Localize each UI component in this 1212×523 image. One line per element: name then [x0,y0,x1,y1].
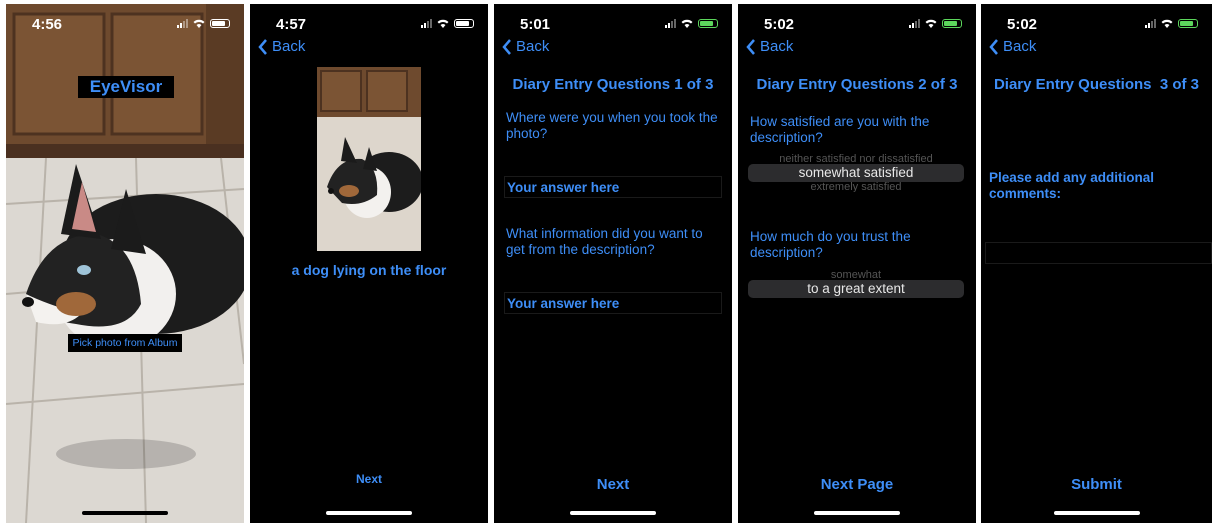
home-indicator [326,511,412,515]
wifi-icon [925,19,937,28]
battery-icon [942,18,962,28]
battery-icon [698,18,718,28]
home-indicator [570,511,656,515]
page-title: Diary Entry Questions 3 of 3 [993,76,1200,93]
chevron-left-icon [746,38,755,55]
photo-caption: a dog lying on the floor [291,262,447,278]
back-label: Back [760,38,794,55]
back-button[interactable]: Back [746,38,793,55]
picker-option-above[interactable]: neither satisfied nor dissatisfied [748,154,964,164]
picker-selected-option[interactable]: to a great extent [748,280,964,298]
comments-field[interactable] [985,242,1212,264]
next-button[interactable]: Next [250,472,488,486]
page-title: Diary Entry Questions 1 of 3 [512,76,714,93]
status-time: 4:56 [32,16,63,33]
status-bar: 4:57 [250,16,488,36]
picker-option-below[interactable]: extremely satisfied [748,182,964,192]
chevron-left-icon [989,38,998,55]
comments-prompt: Please add any additional comments: [989,170,1155,201]
back-button[interactable]: Back [502,38,549,55]
question-2-label: What information did you want to get fro… [506,226,703,257]
chevron-left-icon [502,38,511,55]
screen-photo-result: 4:57 Back a dog lying on the floor Next [250,4,488,523]
wifi-icon [437,19,449,28]
home-indicator [82,511,168,515]
back-label: Back [516,38,550,55]
signal-icon [177,18,188,28]
status-bar: 5:01 [494,16,732,36]
back-button[interactable]: Back [989,38,1036,55]
status-time: 5:01 [520,16,551,33]
home-indicator [814,511,900,515]
wifi-icon [681,19,693,28]
status-time: 5:02 [764,16,795,33]
satisfaction-picker[interactable]: neither satisfied nor dissatisfied somew… [748,154,964,202]
status-time: 4:57 [276,16,307,33]
question-2-label: How much do you trust the description? [750,229,911,260]
signal-icon [909,18,920,28]
question-1-label: Where were you when you took the photo? [506,110,718,141]
battery-icon [1178,18,1198,28]
screen-questions-3: 5:02 Back Diary Entry Questions 3 of 3 P… [981,4,1212,523]
screen-home: 4:56 EyeVisor Pick photo from Album [6,4,244,523]
app-title: EyeVisor [78,76,174,98]
back-label: Back [1003,38,1037,55]
signal-icon [1145,18,1156,28]
page-title: Diary Entry Questions 2 of 3 [756,76,958,93]
home-indicator [1053,511,1140,515]
picker-selected-option[interactable]: somewhat satisfied [748,164,964,182]
signal-icon [665,18,676,28]
next-page-button[interactable]: Next Page [738,476,976,493]
signal-icon [421,18,432,28]
chevron-left-icon [258,38,267,55]
back-label: Back [272,38,306,55]
next-button[interactable]: Next [494,476,732,493]
pick-photo-button[interactable]: Pick photo from Album [68,334,182,352]
question-1-answer-field[interactable]: Your answer here [504,176,722,198]
wifi-icon [1161,19,1173,28]
screen-questions-1: 5:01 Back Diary Entry Questions 1 of 3 W… [494,4,732,523]
selected-photo [317,67,421,251]
back-button[interactable]: Back [258,38,305,55]
wifi-icon [193,19,205,28]
submit-button[interactable]: Submit [981,476,1212,493]
question-2-answer-field[interactable]: Your answer here [504,292,722,314]
picker-option-above[interactable]: somewhat [748,270,964,280]
status-time: 5:02 [1007,16,1038,33]
battery-icon [454,18,474,28]
battery-icon [210,18,230,28]
status-bar: 4:56 [6,16,244,36]
status-bar: 5:02 [981,16,1212,36]
status-bar: 5:02 [738,16,976,36]
question-1-label: How satisfied are you with the descripti… [750,114,930,145]
screen-questions-2: 5:02 Back Diary Entry Questions 2 of 3 H… [738,4,976,523]
trust-picker[interactable]: somewhat to a great extent [748,270,964,318]
